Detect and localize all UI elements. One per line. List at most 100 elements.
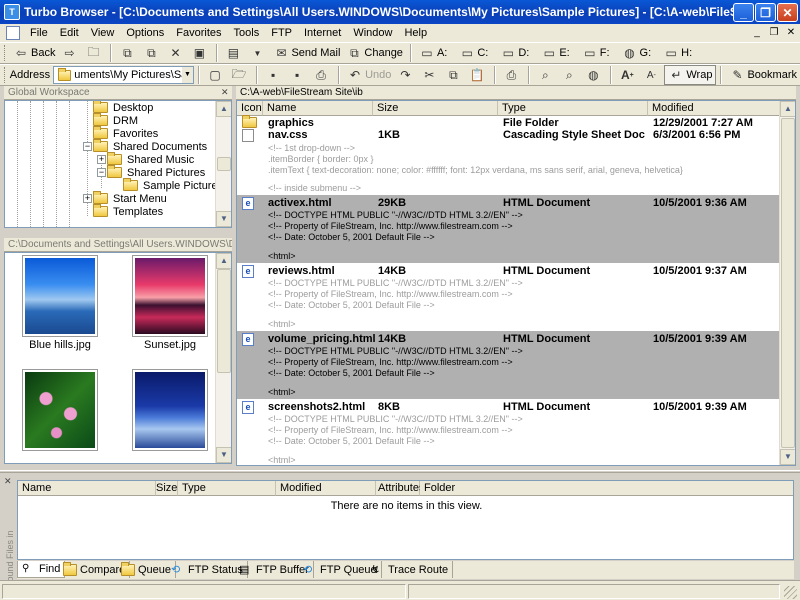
column-type[interactable]: Type	[498, 101, 648, 116]
find-button[interactable]: ⌕	[534, 65, 558, 85]
column-name[interactable]: Name	[263, 101, 373, 116]
drive-g-button[interactable]: ◍ G:	[619, 43, 655, 63]
menu-favorites[interactable]: Favorites	[170, 24, 227, 42]
tree-scrollbar[interactable]: ▲ ▼	[215, 101, 231, 227]
title-bar[interactable]: T Turbo Browser - [C:\Documents and Sett…	[0, 0, 800, 24]
menu-ftp[interactable]: FTP	[265, 24, 298, 42]
tree-item-shared-music[interactable]: Shared Music	[107, 152, 194, 166]
drive-a-button[interactable]: ▭ A:	[416, 43, 450, 63]
font-smaller-button[interactable]: A-	[640, 65, 664, 85]
drive-h-button[interactable]: ▭ H:	[660, 43, 695, 63]
collapse-icon[interactable]: −	[83, 142, 92, 151]
scroll-thumb[interactable]	[781, 118, 795, 448]
found-column-size[interactable]: Size	[156, 481, 178, 496]
scroll-up-icon[interactable]: ▲	[216, 101, 231, 117]
copy-button[interactable]: ⧉	[116, 43, 140, 63]
drive-d-button[interactable]: ▭ D:	[497, 43, 532, 63]
file-row[interactable]: nav.css 1KB Cascading Style Sheet Docum.…	[237, 127, 795, 195]
close-button[interactable]: ✕	[777, 3, 798, 22]
menu-edit[interactable]: Edit	[54, 24, 85, 42]
tree-item-templates[interactable]: Templates	[93, 204, 163, 218]
undo-button[interactable]: ↶ Undo	[344, 65, 394, 85]
open-button[interactable]: 🗁	[228, 65, 252, 85]
menu-help[interactable]: Help	[398, 24, 433, 42]
tree-item-sample-pictures[interactable]: Sample Pictures	[123, 178, 223, 192]
found-column-folder[interactable]: Folder	[420, 481, 793, 496]
view-button[interactable]: ▤	[222, 43, 246, 63]
print-preview-button[interactable]: ⎙	[310, 65, 334, 85]
address-dropdown-button[interactable]: ▼	[181, 67, 194, 83]
scroll-thumb[interactable]	[217, 269, 231, 373]
filelist-scrollbar[interactable]: ▲ ▼	[779, 101, 795, 465]
paste-text-button[interactable]: 📋	[466, 65, 490, 85]
mdi-restore-button[interactable]: ❐	[766, 26, 782, 40]
scroll-down-icon[interactable]: ▼	[216, 211, 231, 227]
save-all-button[interactable]: ▪	[286, 65, 310, 85]
toolbar-grip[interactable]	[4, 67, 7, 83]
menu-window[interactable]: Window	[347, 24, 398, 42]
properties-button[interactable]: ▣	[188, 43, 212, 63]
thumbnail-scrollbar[interactable]: ▲ ▼	[215, 253, 231, 463]
save-button[interactable]: ▪	[262, 65, 286, 85]
paste-button[interactable]: ⧉	[140, 43, 164, 63]
collapse-icon[interactable]: −	[97, 168, 106, 177]
scroll-up-icon[interactable]: ▲	[780, 101, 795, 117]
scroll-down-icon[interactable]: ▼	[216, 447, 231, 463]
scroll-down-icon[interactable]: ▼	[780, 449, 795, 465]
bookmark-button[interactable]: ✎ Bookmark	[726, 65, 800, 85]
mdi-close-button[interactable]: ✕	[783, 26, 799, 40]
close-pane-icon[interactable]: ✕	[221, 87, 229, 98]
cut-button[interactable]: ✂	[418, 65, 442, 85]
horizontal-splitter[interactable]	[0, 470, 800, 473]
font-larger-button[interactable]: A +	[616, 65, 640, 85]
found-column-name[interactable]: Name	[18, 481, 156, 496]
minimize-button[interactable]: _	[733, 3, 754, 22]
scroll-thumb[interactable]	[217, 157, 231, 171]
back-button[interactable]: ⇦ Back	[10, 43, 58, 63]
change-button[interactable]: ⧉ Change	[343, 43, 406, 63]
wrap-toggle-button[interactable]: ↵ Wrap	[664, 65, 717, 85]
document-icon[interactable]	[6, 26, 20, 40]
print-button[interactable]: ⎙	[500, 65, 524, 85]
send-mail-button[interactable]: ✉ Send Mail	[270, 43, 343, 63]
column-icon[interactable]: Icon	[237, 101, 263, 116]
column-modified[interactable]: Modified	[648, 101, 795, 116]
close-pane-icon[interactable]: ✕	[4, 476, 12, 487]
drive-c-button[interactable]: ▭ C:	[456, 43, 491, 63]
menu-tools[interactable]: Tools	[228, 24, 266, 42]
menu-file[interactable]: File	[24, 24, 54, 42]
replace-button[interactable]: ◍	[582, 65, 606, 85]
tree-item-shared-pictures[interactable]: Shared Pictures	[107, 165, 205, 179]
found-column-modified[interactable]: Modified	[276, 481, 376, 496]
file-row[interactable]: e screenshots2.html 8KB HTML Document 10…	[237, 399, 795, 465]
file-row-selected[interactable]: e volume_pricing.html 14KB HTML Document…	[237, 331, 795, 399]
new-file-button[interactable]: ▢	[204, 65, 228, 85]
menu-internet[interactable]: Internet	[298, 24, 347, 42]
delete-button[interactable]: ✕	[164, 43, 188, 63]
drive-f-button[interactable]: ▭ F:	[579, 43, 613, 63]
redo-button[interactable]: ↷	[394, 65, 418, 85]
toolbar-grip[interactable]	[4, 45, 7, 61]
tab-trace-route[interactable]: ↯ Trace Route	[367, 561, 454, 578]
resize-grip-icon[interactable]	[784, 586, 797, 599]
menu-options[interactable]: Options	[120, 24, 170, 42]
thumbnail-winter[interactable]	[132, 369, 208, 451]
found-column-attributes[interactable]: Attributes	[376, 481, 424, 496]
tree-item-start-menu[interactable]: Start Menu	[93, 191, 167, 205]
view-dropdown-button[interactable]: ▼	[246, 43, 270, 63]
tree-item-desktop[interactable]: Desktop	[93, 101, 153, 114]
tree-item-favorites[interactable]: Favorites	[93, 126, 158, 140]
find-next-button[interactable]: ⌕	[558, 65, 582, 85]
drive-e-button[interactable]: ▭ E:	[538, 43, 572, 63]
thumbnail-water-lilies[interactable]	[22, 369, 98, 451]
expand-icon[interactable]: +	[97, 155, 106, 164]
address-input[interactable]: uments\My Pictures\Sample Pictures ▼	[53, 66, 195, 84]
mdi-minimize-button[interactable]: _	[749, 26, 765, 40]
scroll-up-icon[interactable]: ▲	[216, 253, 231, 269]
menu-view[interactable]: View	[85, 24, 121, 42]
file-row-selected[interactable]: e activex.html 29KB HTML Document 10/5/2…	[237, 195, 795, 263]
thumbnail-sunset[interactable]	[132, 255, 208, 337]
up-folder-button[interactable]: 🗀	[82, 43, 106, 63]
thumbnail-blue-hills[interactable]	[22, 255, 98, 337]
expand-icon[interactable]: +	[83, 194, 92, 203]
